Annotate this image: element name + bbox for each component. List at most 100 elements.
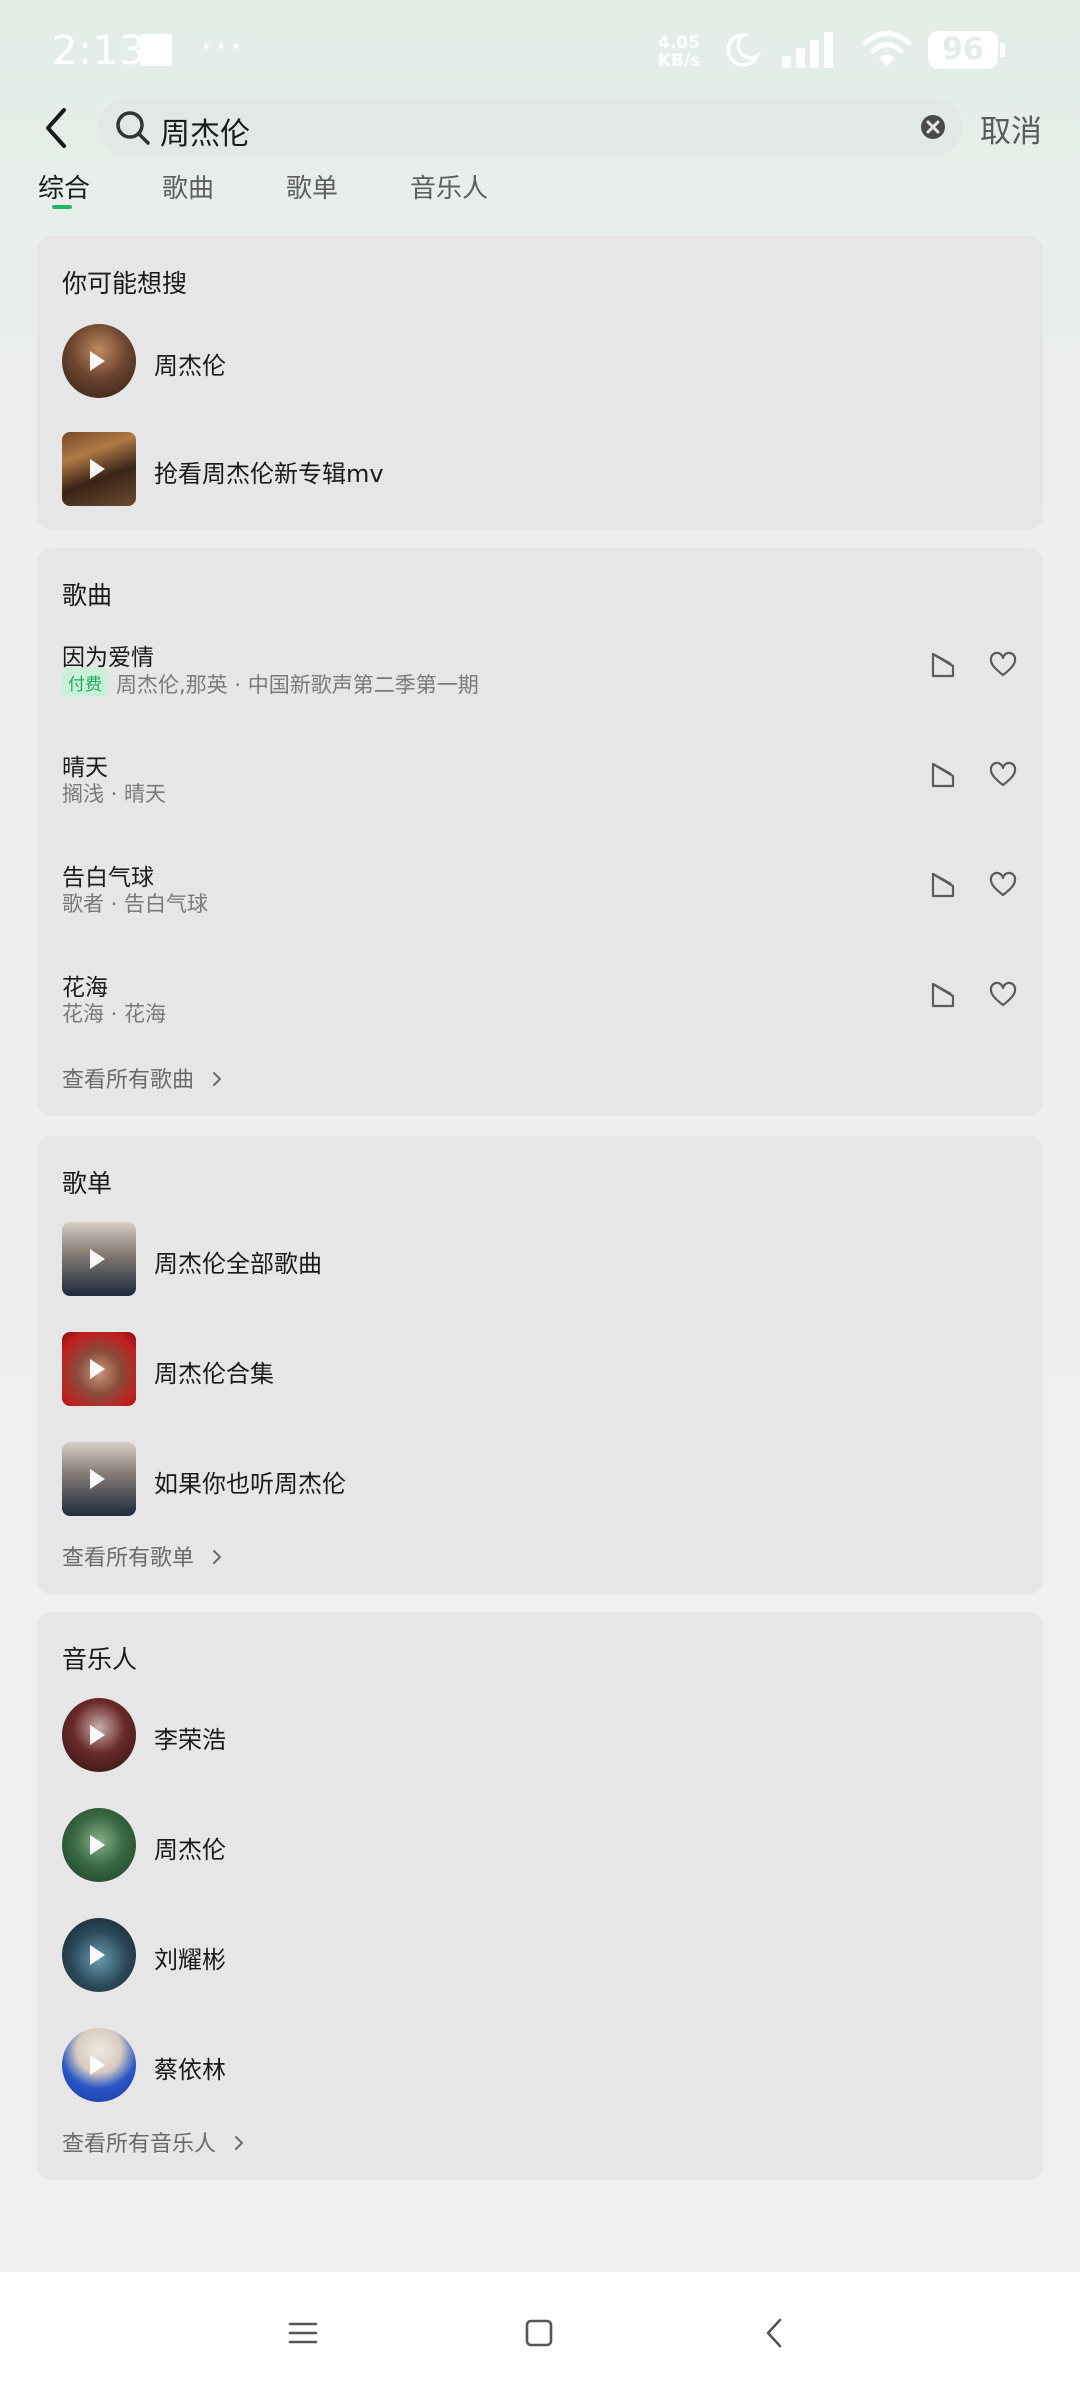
tab-songs[interactable]: 歌曲 <box>162 168 214 205</box>
playlist-cover <box>62 1442 136 1516</box>
song-title: 告白气球 <box>62 865 154 891</box>
playlist-row[interactable]: 周杰伦全部歌曲 <box>62 1222 1018 1296</box>
songs-title: 歌曲 <box>62 581 113 610</box>
artist-label: 周杰伦 <box>154 1836 226 1864</box>
suggest-item[interactable]: 抢看周杰伦新专辑mv <box>62 432 1018 506</box>
song-actions <box>929 760 1018 794</box>
clear-circle-icon[interactable] <box>918 112 948 142</box>
play-icon <box>90 2055 105 2075</box>
search-input[interactable]: 周杰伦 <box>98 98 962 156</box>
artists-title: 音乐人 <box>62 1645 138 1674</box>
status-time: 2:13 <box>52 28 146 74</box>
back-triangle-icon[interactable] <box>758 2316 792 2350</box>
wifi-icon <box>862 31 912 66</box>
song-actions <box>929 980 1018 1014</box>
back-button[interactable] <box>36 104 76 152</box>
play-icon <box>90 1359 105 1379</box>
see-all-playlists-label: 查看所有歌单 <box>62 1546 195 1571</box>
playlist-label: 周杰伦合集 <box>154 1360 274 1388</box>
play-icon <box>90 1249 105 1269</box>
playlists-card: 歌单 周杰伦全部歌曲 周杰伦合集 如果你也听周杰伦 查看所有歌单 <box>37 1136 1043 1594</box>
song-row[interactable]: 花海 花海 · 花海 <box>62 968 1018 1040</box>
artist-row[interactable]: 李荣浩 <box>62 1698 1018 1772</box>
mv-icon[interactable] <box>929 870 959 900</box>
artist-avatar <box>62 1808 136 1882</box>
playlist-row[interactable]: 周杰伦合集 <box>62 1332 1018 1406</box>
song-subtitle-line: 付费 周杰伦,那英 · 中国新歌声第二季第一期 <box>62 668 479 699</box>
network-speed: 4.05 KB/s <box>654 34 704 70</box>
see-all-songs-link[interactable]: 查看所有歌曲 <box>62 1062 225 1094</box>
see-all-songs-label: 查看所有歌曲 <box>62 1068 195 1093</box>
mv-icon[interactable] <box>929 980 959 1010</box>
more-notifications-icon: ··· <box>200 24 245 70</box>
playlist-row[interactable]: 如果你也听周杰伦 <box>62 1442 1018 1516</box>
see-all-artists-link[interactable]: 查看所有音乐人 <box>62 2126 247 2158</box>
suggest-title: 你可能想搜 <box>62 269 188 298</box>
search-query[interactable]: 周杰伦 <box>160 109 250 153</box>
song-title: 花海 <box>62 975 108 1001</box>
suggest-label: 抢看周杰伦新专辑mv <box>154 460 384 488</box>
cancel-button[interactable]: 取消 <box>980 106 1042 151</box>
playlist-label: 如果你也听周杰伦 <box>154 1470 346 1498</box>
play-icon <box>90 1945 105 1965</box>
playlist-cover <box>62 1222 136 1296</box>
notification-icon <box>140 34 172 66</box>
playlists-title: 歌单 <box>62 1169 113 1198</box>
artist-avatar <box>62 1918 136 1992</box>
play-icon <box>90 1725 105 1745</box>
play-icon <box>90 351 105 371</box>
artist-avatar <box>62 324 136 398</box>
artist-row[interactable]: 刘耀彬 <box>62 1918 1018 1992</box>
paid-badge: 付费 <box>62 668 108 697</box>
play-icon <box>90 1469 105 1489</box>
tab-artists[interactable]: 音乐人 <box>410 168 488 205</box>
artist-label: 蔡依林 <box>154 2056 226 2084</box>
moon-icon <box>726 33 761 67</box>
mv-icon[interactable] <box>929 760 959 790</box>
home-square-icon[interactable] <box>522 2316 556 2350</box>
signal-icon <box>782 32 833 68</box>
song-subtitle: 花海 · 花海 <box>62 1002 167 1026</box>
song-actions <box>929 650 1018 684</box>
search-icon <box>116 111 150 145</box>
play-icon <box>90 459 105 479</box>
album-cover <box>62 432 136 506</box>
suggest-label: 周杰伦 <box>154 352 226 380</box>
song-row[interactable]: 因为爱情 付费 周杰伦,那英 · 中国新歌声第二季第一期 <box>62 638 1018 710</box>
active-tab-indicator <box>52 205 72 209</box>
network-speed-value: 4.05 <box>658 33 700 53</box>
playlist-label: 周杰伦全部歌曲 <box>154 1250 322 1278</box>
tab-all[interactable]: 综合 <box>38 168 90 205</box>
artist-row[interactable]: 蔡依林 <box>62 2028 1018 2102</box>
song-subtitle: 搁浅 · 晴天 <box>62 782 167 806</box>
menu-icon[interactable] <box>286 2316 320 2350</box>
mv-icon[interactable] <box>929 650 959 680</box>
battery-icon: 96 <box>928 31 998 69</box>
artist-avatar <box>62 2028 136 2102</box>
song-title: 晴天 <box>62 755 108 781</box>
network-speed-unit: KB/s <box>657 51 701 71</box>
artist-row[interactable]: 周杰伦 <box>62 1808 1018 1882</box>
song-title: 因为爱情 <box>62 645 154 671</box>
see-all-playlists-link[interactable]: 查看所有歌单 <box>62 1540 225 1572</box>
song-row[interactable]: 告白气球 歌者 · 告白气球 <box>62 858 1018 930</box>
see-all-artists-label: 查看所有音乐人 <box>62 2132 217 2157</box>
tab-playlists[interactable]: 歌单 <box>286 168 338 205</box>
chevron-right-icon <box>213 1550 222 1564</box>
heart-icon[interactable] <box>988 760 1018 790</box>
song-actions <box>929 870 1018 904</box>
battery-tip <box>1000 43 1005 57</box>
artist-label: 刘耀彬 <box>154 1946 226 1974</box>
song-subtitle: 周杰伦,那英 · 中国新歌声第二季第一期 <box>116 673 479 697</box>
song-row[interactable]: 晴天 搁浅 · 晴天 <box>62 748 1018 820</box>
song-subtitle: 歌者 · 告白气球 <box>62 892 209 916</box>
heart-icon[interactable] <box>988 650 1018 680</box>
system-nav-bar <box>0 2272 1080 2400</box>
heart-icon[interactable] <box>988 980 1018 1010</box>
suggest-card: 你可能想搜 周杰伦 抢看周杰伦新专辑mv <box>37 236 1043 530</box>
chevron-right-icon <box>213 1072 222 1086</box>
artists-card: 音乐人 李荣浩 周杰伦 刘耀彬 蔡依林 查看所有音乐人 <box>37 1612 1043 2180</box>
suggest-item[interactable]: 周杰伦 <box>62 324 1018 398</box>
heart-icon[interactable] <box>988 870 1018 900</box>
status-bar: 2:13 ··· 4.05 KB/s 96 <box>0 0 1080 100</box>
